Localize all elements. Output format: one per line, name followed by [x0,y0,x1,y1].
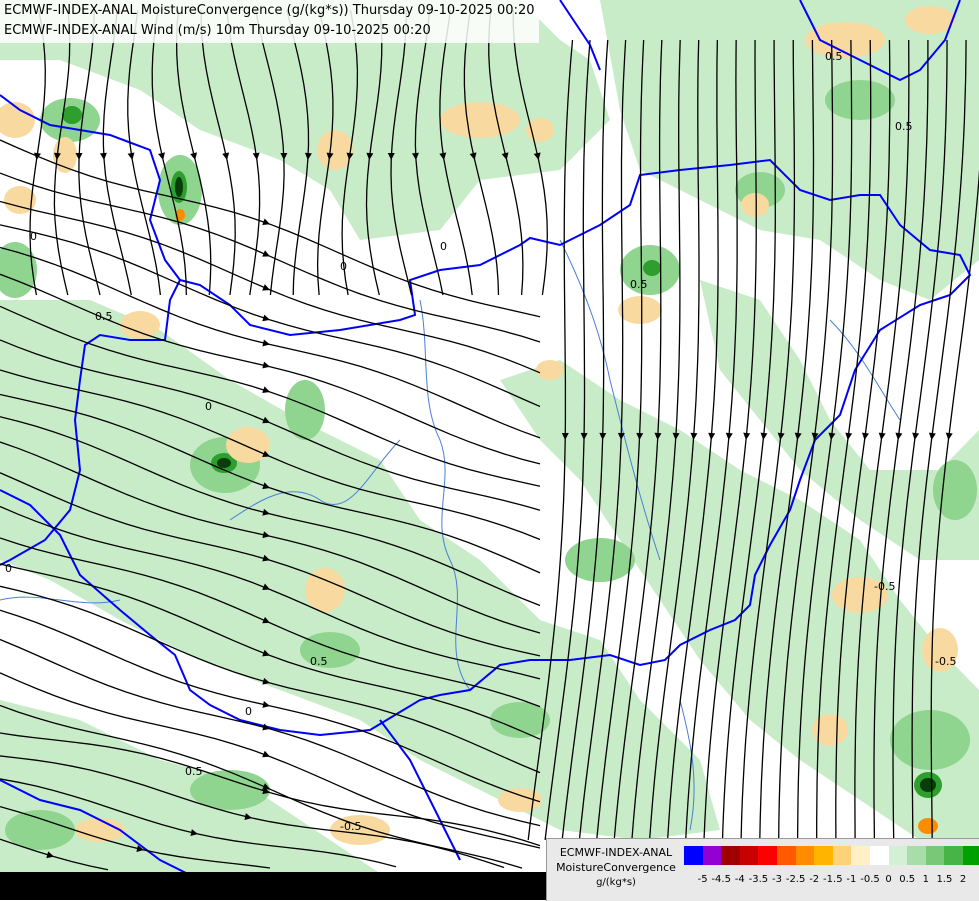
color-legend: ECMWF-INDEX-ANAL MoistureConvergence g/(… [546,838,979,901]
legend-swatch [758,846,777,865]
legend-model: ECMWF-INDEX-ANAL [559,846,673,859]
legend-tick: -3.5 [748,874,769,885]
legend-swatch [684,846,703,865]
legend-tick: 0.5 [899,874,916,885]
legend-parameter: MoistureConvergence [556,861,676,874]
legend-swatches [684,846,979,865]
legend-swatch [944,846,963,865]
legend-tick: 0 [885,874,892,885]
legend-swatch [925,846,945,865]
contour-label: -0.5 [935,655,956,668]
map-header: ECMWF-INDEX-ANAL MoistureConvergence (g/… [0,0,539,43]
contour-label: 0 [30,230,37,243]
legend-tick: -4.5 [711,874,731,885]
legend-tick: -2 [809,874,820,885]
legend-swatch [962,846,979,865]
legend-swatch [795,846,815,865]
contour-label: 0 [245,705,252,718]
legend-tick: -3 [772,874,782,885]
contour-label: 0 [5,562,12,575]
legend-swatch [721,846,740,865]
contour-label: 0.5 [630,278,648,291]
contour-label: 0 [440,240,447,253]
weather-map: 0 0 0 0 0 0 -0.5 -0.5 -0.5 0.5 0.5 0.5 0… [0,0,979,900]
legend-tick: 2 [959,874,967,885]
legend-tick: -4 [734,874,745,885]
legend-tick: -5 [697,874,708,885]
legend-swatch [814,846,833,865]
legend-tick: -2.5 [785,874,806,885]
contour-label: 0.5 [95,310,113,323]
legend-swatch [907,846,926,865]
legend-tick: 1.5 [936,874,953,885]
legend-tick: -1.5 [823,874,843,885]
legend-unit: g/(kg*s) [596,877,636,888]
legend-swatch [888,846,908,865]
contour-label: 0.5 [825,50,843,63]
legend-swatch [776,846,796,865]
contour-label: -0.5 [340,820,361,833]
header-wind-title: ECMWF-INDEX-ANAL Wind (m/s) 10m Thursday… [4,23,431,38]
legend-swatch [702,846,722,865]
legend-swatch [739,846,759,865]
legend-swatch [832,846,852,865]
contour-label: 0.5 [185,765,203,778]
contour-label: 0 [205,400,212,413]
legend-title: ECMWF-INDEX-ANAL MoistureConvergence g/(… [551,845,681,890]
legend-tick: 1 [922,874,929,885]
legend-swatch [851,846,870,865]
contour-label: -0.5 [874,580,895,593]
header-moisture-title: ECMWF-INDEX-ANAL MoistureConvergence (g/… [4,3,535,18]
contour-label: 0 [340,260,347,273]
contour-label: 0.5 [895,120,913,133]
bottom-bar [0,872,546,900]
legend-tick: -0.5 [860,874,880,885]
contour-label: 0.5 [310,655,328,668]
legend-swatch [869,846,889,865]
legend-tick: -1 [846,874,857,885]
